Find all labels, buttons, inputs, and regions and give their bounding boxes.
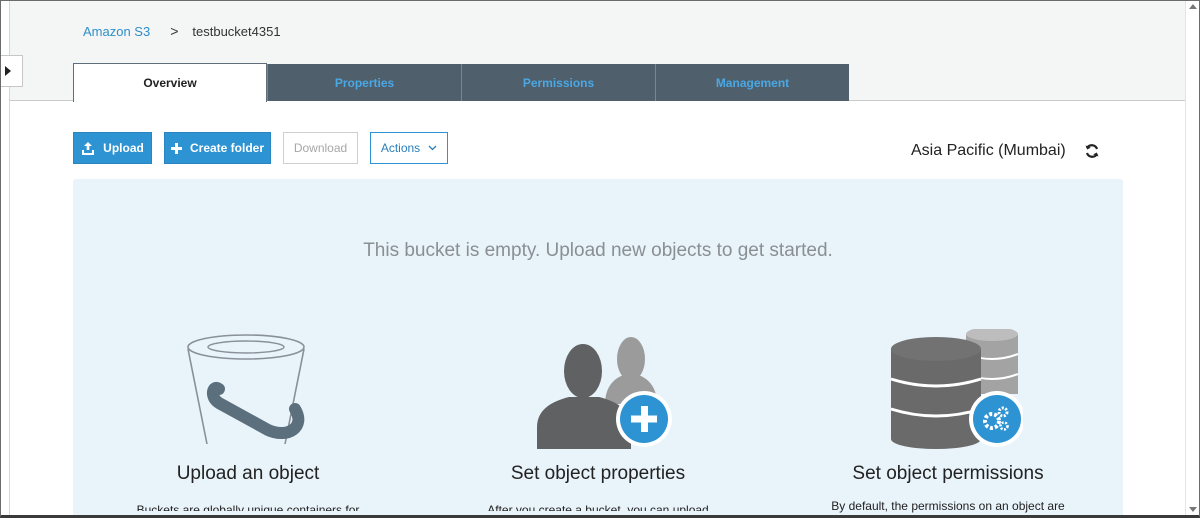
- upload-button[interactable]: Upload: [73, 132, 152, 164]
- tab-permissions[interactable]: Permissions: [461, 64, 655, 101]
- feature-upload-description: Buckets are globally unique containers f…: [136, 503, 360, 511]
- feature-object-properties: Set object properties After you create a…: [438, 329, 758, 511]
- plus-icon: [170, 142, 182, 154]
- feature-permissions-description: By default, the permissions on an object…: [831, 499, 1065, 513]
- upload-label: Upload: [103, 141, 144, 155]
- empty-state-panel: This bucket is empty. Upload new objects…: [73, 179, 1123, 515]
- chevron-down-icon: [428, 145, 437, 151]
- tab-bar: Overview Properties Permissions Manageme…: [73, 63, 849, 102]
- database-gear-icon: [873, 327, 1025, 449]
- breadcrumb-current: testbucket4351: [192, 23, 281, 39]
- create-folder-button[interactable]: Create folder: [164, 132, 271, 164]
- actions-label: Actions: [380, 141, 421, 155]
- expand-icon: [4, 66, 11, 76]
- feature-properties-description: After you create a bucket, you can uploa…: [487, 503, 709, 511]
- feature-object-permissions: Set object permissions By default, the p…: [788, 327, 1108, 515]
- feature-permissions-title: Set object permissions: [852, 463, 1044, 484]
- tab-properties[interactable]: Properties: [267, 64, 461, 101]
- scroll-up-icon[interactable]: [1189, 4, 1197, 9]
- browser-window: Amazon S3 > testbucket4351 Overview Prop…: [0, 0, 1200, 518]
- bucket-icon: [173, 329, 323, 449]
- tab-management[interactable]: Management: [655, 64, 849, 101]
- empty-state-message: This bucket is empty. Upload new objects…: [363, 240, 833, 261]
- sidebar-toggle[interactable]: [1, 55, 23, 87]
- region-label: Asia Pacific (Mumbai): [911, 142, 1066, 159]
- users-add-icon: [523, 329, 673, 449]
- download-button[interactable]: Download: [283, 132, 358, 164]
- toolbar: Upload Create folder Download Actions: [73, 132, 460, 164]
- actions-dropdown[interactable]: Actions: [370, 132, 448, 164]
- refresh-icon[interactable]: [1084, 143, 1102, 161]
- breadcrumb: Amazon S3 > testbucket4351: [83, 23, 281, 39]
- feature-properties-title: Set object properties: [510, 463, 686, 484]
- create-folder-label: Create folder: [189, 141, 265, 155]
- breadcrumb-root-link[interactable]: Amazon S3: [83, 24, 150, 39]
- feature-upload-object: Upload an object Buckets are globally un…: [88, 329, 408, 511]
- feature-upload-title: Upload an object: [176, 463, 320, 484]
- upload-icon: [81, 141, 95, 155]
- breadcrumb-separator: >: [170, 23, 179, 39]
- vertical-scrollbar[interactable]: [1185, 1, 1199, 515]
- tab-overview[interactable]: Overview: [73, 63, 267, 102]
- scroll-down-icon[interactable]: [1189, 507, 1197, 512]
